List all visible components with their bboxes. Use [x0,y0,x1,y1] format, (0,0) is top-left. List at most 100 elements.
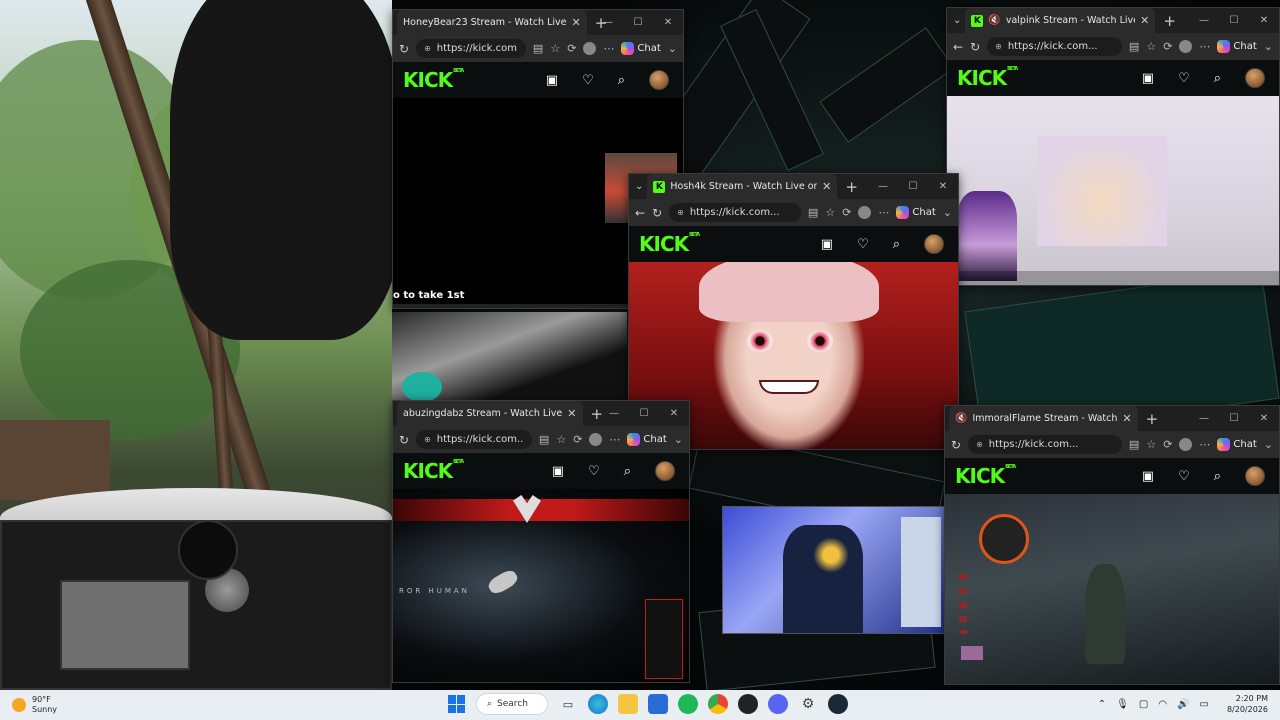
maximize-icon[interactable]: ☐ [629,408,659,419]
tab-abuzingdabz[interactable]: abuzingdabz Stream - Watch Live ✕ [397,401,583,426]
avatar[interactable] [1245,68,1265,88]
site-info-icon[interactable]: ⊕ [424,435,431,444]
chevron-down-icon[interactable]: ⌄ [943,206,952,219]
minimize-icon[interactable]: — [599,408,629,419]
favorite-star-icon[interactable]: ☆ [550,42,560,55]
heart-icon[interactable]: ♡ [582,73,594,88]
tab-actions-icon[interactable]: ⌄ [635,181,643,192]
favorite-star-icon[interactable]: ☆ [825,206,835,219]
video-icon[interactable]: ▣ [546,73,558,88]
video-icon[interactable]: ▣ [1142,469,1154,484]
extensions-icon[interactable]: ⟳ [842,206,851,219]
minimize-icon[interactable]: — [868,181,898,192]
obs-icon[interactable] [738,694,758,714]
url-field[interactable]: ⊕ https://kick.com... [416,39,526,58]
weather-widget[interactable]: 90°F Sunny [12,695,57,715]
kick-logo[interactable]: KICKBETA [403,68,464,92]
chevron-up-icon[interactable]: ⌃ [1098,699,1106,710]
tab-hosh4k[interactable]: K Hosh4k Stream - Watch Live on K ✕ [647,174,838,199]
more-menu-icon[interactable]: ⋯ [1199,40,1210,53]
url-field[interactable]: ⊕ https://kick.com... [669,203,801,222]
maximize-icon[interactable]: ☐ [1219,15,1249,26]
copilot-chat-button[interactable]: Chat [896,206,936,219]
tab-immoralflame[interactable]: 🔇 ImmoralFlame Stream - Watch ✕ [949,406,1138,431]
heart-icon[interactable]: ♡ [1178,469,1190,484]
refresh-icon[interactable]: ↻ [652,206,662,220]
more-menu-icon[interactable]: ⋯ [609,433,620,446]
refresh-icon[interactable]: ↻ [399,42,409,56]
avatar[interactable] [1245,466,1265,486]
minimize-icon[interactable]: — [1189,413,1219,424]
more-menu-icon[interactable]: ⋯ [603,42,614,55]
search-icon[interactable]: ⌕ [618,73,625,88]
chevron-down-icon[interactable]: ⌄ [668,42,677,55]
microphone-icon[interactable]: 🎙 [1116,699,1129,710]
favorite-star-icon[interactable]: ☆ [1146,438,1156,451]
tab-honeybear[interactable]: HoneyBear23 Stream - Watch Live ✕ [397,10,587,35]
site-info-icon[interactable]: ⊕ [995,42,1002,51]
player-controls[interactable] [947,271,1279,285]
new-tab-button[interactable]: + [1163,12,1176,30]
url-field[interactable]: ⊕ https://kick.com... [968,435,1122,454]
store-icon[interactable] [648,694,668,714]
edge-icon[interactable] [588,694,608,714]
close-tab-icon[interactable]: ✕ [1122,412,1131,425]
reader-mode-icon[interactable]: ▤ [1129,40,1139,53]
refresh-icon[interactable]: ↻ [399,433,409,447]
site-info-icon[interactable]: ⊕ [976,440,983,449]
settings-gear-icon[interactable]: ⚙ [798,694,818,714]
close-tab-icon[interactable]: ✕ [571,16,580,29]
video-icon[interactable]: ▣ [821,237,833,252]
extensions-icon[interactable]: ⟳ [1163,40,1172,53]
close-tab-icon[interactable]: ✕ [1140,14,1149,27]
avatar[interactable] [924,234,944,254]
more-menu-icon[interactable]: ⋯ [878,206,889,219]
reader-mode-icon[interactable]: ▤ [808,206,818,219]
copilot-chat-button[interactable]: Chat [621,42,661,55]
favorite-star-icon[interactable]: ☆ [556,433,566,446]
reader-mode-icon[interactable]: ▤ [539,433,549,446]
tab-actions-icon[interactable]: ⌄ [953,15,961,26]
display-icon[interactable]: ▢ [1139,699,1148,710]
chevron-down-icon[interactable]: ⌄ [674,433,683,446]
profile-icon[interactable] [589,433,603,446]
stream-player[interactable]: ROR HUMAN [393,489,689,682]
new-tab-button[interactable]: + [845,178,858,196]
browser-window-abuzingdabz[interactable]: abuzingdabz Stream - Watch Live ✕ + — ☐ … [392,400,690,683]
discord-icon[interactable] [768,694,788,714]
reader-mode-icon[interactable]: ▤ [533,42,543,55]
close-window-icon[interactable]: ✕ [1249,15,1279,26]
site-info-icon[interactable]: ⊕ [677,208,684,217]
reader-mode-icon[interactable]: ▤ [1129,438,1139,451]
tab-valpink[interactable]: K 🔇 valpink Stream - Watch Live o ✕ [965,8,1156,33]
stream-player[interactable] [945,494,1279,684]
video-icon[interactable]: ▣ [552,464,564,479]
copilot-chat-button[interactable]: Chat [627,433,667,446]
speaker-muted-icon[interactable]: 🔇 [955,413,967,424]
kick-logo[interactable]: KICKBETA [403,459,464,483]
close-window-icon[interactable]: ✕ [928,181,958,192]
taskbar-search[interactable]: ⌕ Search [476,693,548,715]
windows-start-icon[interactable] [448,695,466,713]
stream-player[interactable] [947,96,1279,285]
extensions-icon[interactable]: ⟳ [567,42,576,55]
minimize-icon[interactable]: — [1189,15,1219,26]
speaker-muted-icon[interactable]: 🔇 [988,15,1000,26]
maximize-icon[interactable]: ☐ [898,181,928,192]
kick-logo[interactable]: KICKBETA [955,464,1016,488]
site-info-icon[interactable]: ⊕ [424,44,431,53]
copilot-chat-button[interactable]: Chat [1217,40,1257,53]
browser-window-immoralflame[interactable]: 🔇 ImmoralFlame Stream - Watch ✕ + — ☐ ✕ … [944,405,1280,685]
back-icon[interactable]: ← [953,40,963,54]
more-menu-icon[interactable]: ⋯ [1199,438,1210,451]
clock[interactable]: 2:20 PM 8/20/2026 [1227,693,1268,715]
avatar[interactable] [655,461,675,481]
chevron-down-icon[interactable]: ⌄ [1264,438,1273,451]
refresh-icon[interactable]: ↻ [970,40,980,54]
profile-icon[interactable] [1179,40,1193,53]
chrome-icon[interactable] [708,694,728,714]
back-icon[interactable]: ← [635,206,645,220]
close-tab-icon[interactable]: ✕ [567,407,576,420]
profile-icon[interactable] [858,206,872,219]
task-view-icon[interactable]: ▭ [558,694,578,714]
